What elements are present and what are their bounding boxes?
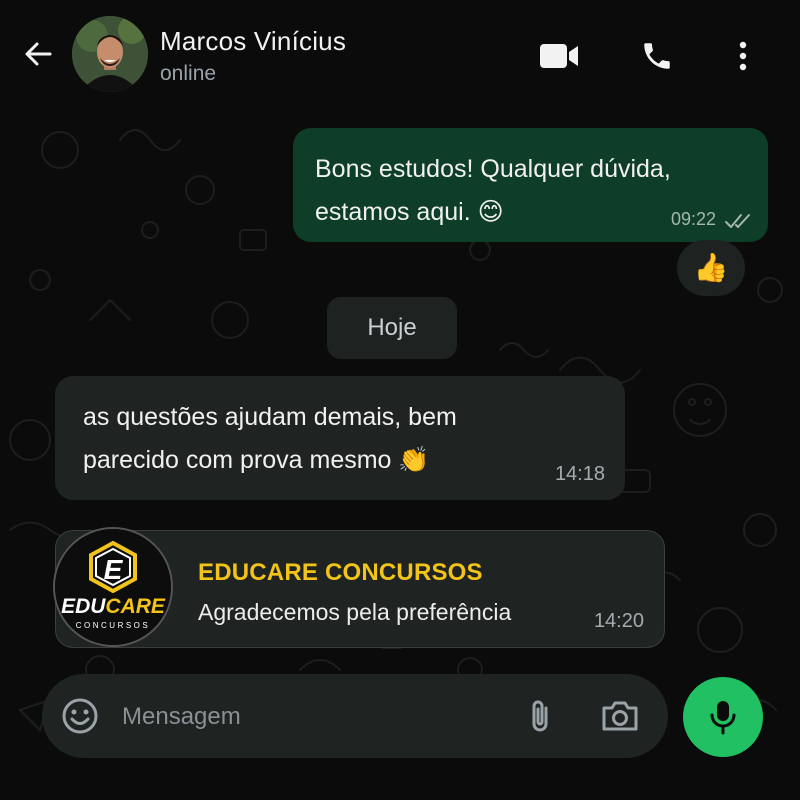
double-check-icon [725, 214, 750, 228]
logo-word-yellow: CARE [105, 595, 165, 618]
video-camera-icon [540, 44, 578, 68]
date-divider: Hoje [327, 297, 457, 359]
svg-text:EDUCARE: EDUCARE [61, 595, 166, 618]
paperclip-icon[interactable] [520, 696, 560, 736]
phone-icon [644, 43, 670, 69]
outgoing-message[interactable]: Bons estudos! Qualquer dúvida, estamos a… [293, 128, 768, 242]
message-text: as questões ajudam demais, bem parecido … [83, 396, 583, 482]
microphone-icon [710, 701, 736, 735]
chat-header: Marcos Vinícius online [0, 0, 800, 110]
message-input[interactable] [120, 692, 504, 742]
voice-message-button[interactable] [683, 677, 763, 757]
camera-icon[interactable] [598, 696, 642, 736]
logo-letter: E [104, 554, 124, 585]
incoming-message[interactable]: as questões ajudam demais, bem parecido … [55, 376, 625, 500]
chat-messages[interactable]: Bons estudos! Qualquer dúvida, estamos a… [0, 110, 800, 670]
voice-call-button[interactable] [636, 36, 678, 76]
logo-word-white: EDU [61, 595, 106, 618]
educare-logo-graphic: E EDUCARE CONCURSOS [55, 529, 171, 645]
more-options-button[interactable] [728, 36, 758, 76]
emoji-icon[interactable] [60, 696, 100, 736]
message-reaction[interactable]: 👍 [677, 240, 745, 296]
arrow-left-icon [25, 42, 52, 66]
message-time: 09:22 [670, 209, 716, 229]
card-title: EDUCARE CONCURSOS [198, 559, 483, 586]
more-vertical-icon [739, 41, 747, 71]
avatar[interactable] [72, 16, 148, 92]
back-button[interactable] [18, 34, 58, 74]
message-line: Bons estudos! Qualquer dúvida, [315, 155, 671, 183]
logo-sub: CONCURSOS [76, 621, 151, 630]
contact-photo [72, 16, 148, 92]
brand-message-card[interactable]: E EDUCARE CONCURSOS EDUCARE CONCURSOS Ag… [53, 527, 665, 648]
thumbs-up-icon: 👍 [693, 252, 729, 283]
video-call-button[interactable] [536, 36, 582, 76]
educare-logo: E EDUCARE CONCURSOS [53, 527, 173, 647]
message-line: parecido com prova mesmo 👏 [83, 446, 430, 474]
message-time: 14:20 [593, 610, 644, 632]
contact-name[interactable]: Marcos Vinícius [160, 26, 346, 57]
card-subtitle: Agradecemos pela preferência [198, 599, 512, 625]
message-line: as questões ajudam demais, bem [83, 403, 457, 431]
contact-status: online [160, 62, 217, 85]
message-composer [42, 674, 668, 758]
message-time: 14:18 [554, 463, 605, 485]
